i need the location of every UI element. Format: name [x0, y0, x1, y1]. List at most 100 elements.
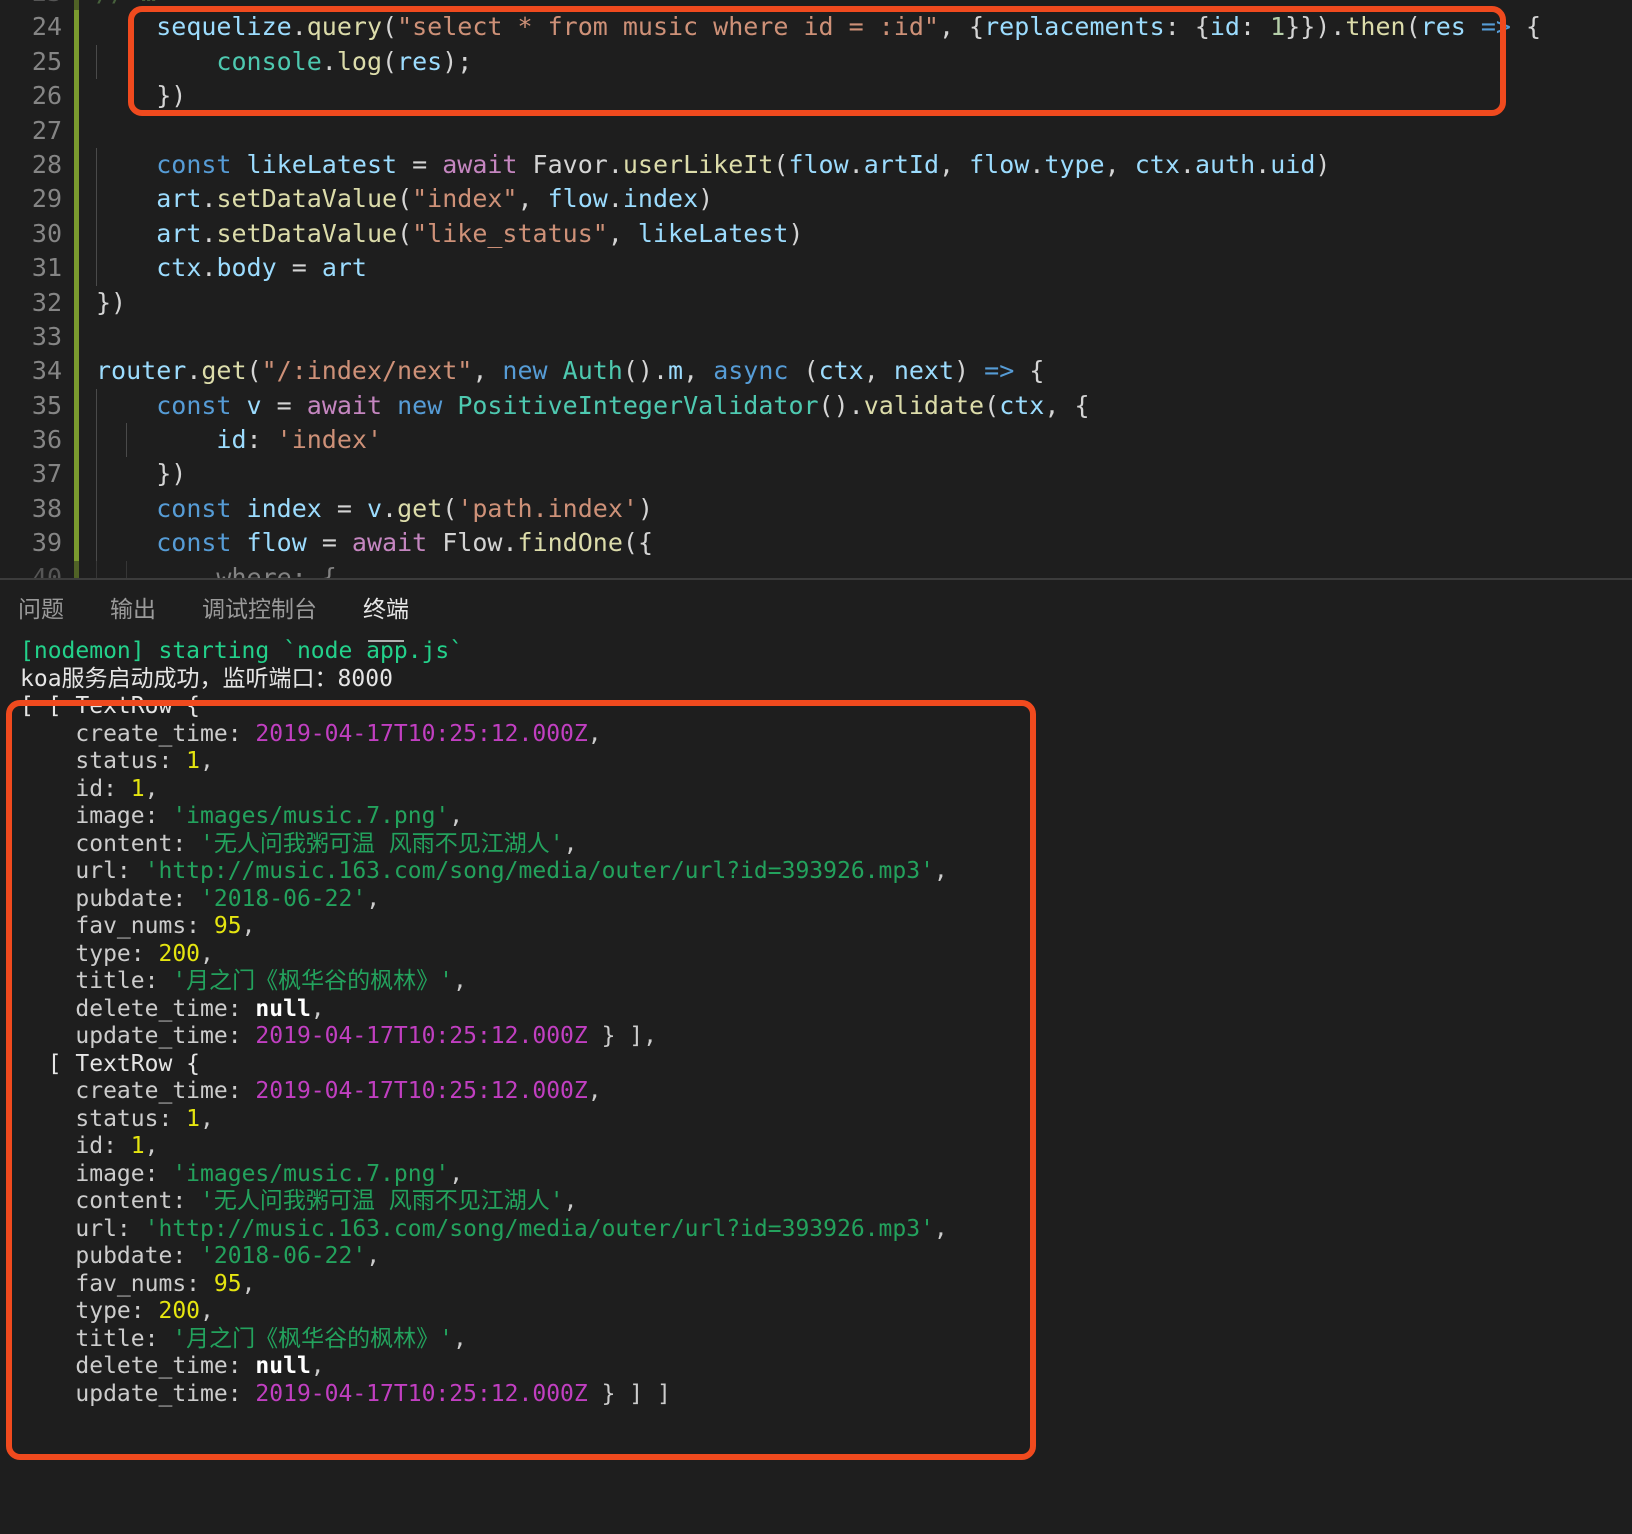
terminal-token: '月之门《枫华谷的枫林》'	[172, 968, 454, 994]
terminal-line: type: 200,	[0, 1298, 1632, 1326]
line-number: 30	[31, 218, 62, 248]
code-token: {	[1510, 12, 1542, 42]
terminal-token: ,	[200, 748, 214, 774]
code-token: .	[321, 46, 337, 76]
code-token: =	[261, 390, 307, 420]
line-number: 35	[31, 390, 62, 420]
code-token: );	[442, 46, 473, 76]
code-token: .	[848, 149, 864, 179]
code-token: =>	[1480, 12, 1511, 42]
code-line[interactable]: 23 // …	[0, 0, 1632, 11]
terminal-output[interactable]: [nodemon] starting `node app.js` koa服务启动成…	[0, 638, 1632, 1534]
code-token: })	[96, 81, 187, 111]
code-token: ctx	[818, 356, 864, 386]
code-token: ,	[1104, 149, 1135, 179]
terminal-line: status: 1,	[0, 1106, 1632, 1134]
line-number: 34	[31, 356, 62, 386]
code-token: const	[156, 493, 232, 523]
code-line[interactable]: 30 art.setDataValue("like_status", likeL…	[0, 216, 1632, 252]
terminal-token: status:	[20, 1105, 187, 1132]
terminal-line: url: 'http://music.163.com/song/media/ou…	[0, 1216, 1632, 1244]
code-line[interactable]: 36 id: 'index'	[0, 423, 1632, 458]
terminal-token: '无人问我粥可温 风雨不见江湖人'	[200, 830, 564, 857]
code-line[interactable]: 34 router.get("/:index/next", new Auth().…	[0, 354, 1632, 389]
code-token: )	[1315, 149, 1331, 179]
code-token: PositiveIntegerValidator	[457, 390, 819, 420]
code-token: =	[276, 253, 322, 283]
code-line[interactable]: 28 const likeLatest = await Favor.userLi…	[0, 147, 1632, 183]
code-token: res	[397, 46, 443, 76]
terminal-line: delete_time: null,	[0, 1353, 1632, 1381]
terminal-line: image: 'images/music.7.png',	[0, 1161, 1632, 1189]
code-token: artId	[863, 149, 939, 179]
code-editor[interactable]: 23// …24 sequelize.query("select * from …	[0, 0, 1632, 580]
code-token: (	[1405, 12, 1421, 42]
code-token: }}).	[1285, 12, 1346, 42]
code-token: flow	[969, 149, 1030, 179]
terminal-token: image:	[20, 1160, 173, 1187]
terminal-token: 1	[186, 748, 201, 774]
code-line[interactable]: 31 ctx.body = art	[0, 251, 1632, 286]
code-token: router	[96, 356, 187, 386]
terminal-line: create_time: 2019-04-17T10:25:12.000Z,	[0, 1078, 1632, 1106]
code-line-text: })	[96, 79, 186, 113]
terminal-line: type: 200,	[0, 941, 1632, 969]
line-number: 32	[31, 287, 62, 317]
terminal-token: ,	[241, 1270, 256, 1297]
git-modified-indicator	[74, 251, 79, 286]
code-token: .	[1255, 149, 1271, 179]
code-token: next	[893, 356, 955, 386]
panel-tab-3[interactable]: 调试控制台	[202, 590, 317, 628]
code-token: (	[397, 218, 413, 248]
terminal-token: 1	[186, 1105, 201, 1132]
git-modified-indicator	[74, 491, 79, 527]
git-modified-indicator	[74, 216, 79, 252]
code-line[interactable]: 26 })	[0, 79, 1632, 114]
code-token: await	[442, 149, 518, 179]
code-token: new	[502, 356, 548, 386]
panel-tab-2[interactable]: 输出	[110, 590, 156, 628]
code-token: =	[306, 528, 352, 558]
code-line[interactable]: 39 const flow = await Flow.findOne({	[0, 526, 1632, 561]
panel-tab-bar: 问题 输出 调试控制台 终端	[0, 580, 455, 642]
code-editor-lines: 23// …24 sequelize.query("select * from …	[0, 0, 1632, 580]
terminal-token: 200	[158, 940, 201, 967]
terminal-token: content:	[20, 1188, 201, 1214]
panel-tab-1[interactable]: 问题	[18, 590, 64, 628]
terminal-token: ,	[144, 775, 159, 802]
line-number: 36	[31, 425, 62, 455]
code-line[interactable]: 24 sequelize.query("select * from music …	[0, 10, 1632, 45]
code-token: (	[397, 184, 413, 214]
code-token: 1	[1270, 12, 1286, 42]
terminal-token: image:	[20, 803, 173, 829]
code-line[interactable]: 29 art.setDataValue("index", flow.index)	[0, 182, 1632, 217]
terminal-token: status:	[20, 748, 187, 774]
line-number: 25	[31, 46, 62, 76]
code-line[interactable]: 37 })	[0, 457, 1632, 492]
code-token: (	[773, 149, 789, 179]
code-token: Auth	[562, 356, 623, 386]
code-line[interactable]: 25 console.log(res);	[0, 44, 1632, 80]
line-number: 23	[0, 0, 62, 10]
code-line-text: ctx.body = art	[96, 251, 367, 285]
terminal-token: } ] ]	[587, 1380, 671, 1407]
code-token: log	[336, 46, 382, 76]
panel-tab-4[interactable]: 终端	[363, 590, 409, 642]
code-token: userLikeIt	[622, 149, 774, 179]
terminal-line: [ [ TextRow {	[0, 693, 1632, 721]
git-modified-indicator	[74, 457, 79, 492]
code-token: art	[321, 253, 367, 283]
code-token: ,	[517, 184, 548, 214]
code-line[interactable]: 27	[0, 113, 1632, 148]
code-line-text: sequelize.query("select * from music whe…	[96, 10, 1541, 44]
code-token: .	[502, 528, 518, 558]
code-token: )	[788, 218, 804, 248]
code-line-text: console.log(res);	[96, 45, 472, 79]
code-token: ctx	[156, 253, 202, 283]
code-line[interactable]: 38 const index = v.get('path.index')	[0, 491, 1632, 527]
code-line[interactable]: 33	[0, 319, 1632, 355]
code-token: .	[607, 184, 623, 214]
code-line[interactable]: 35 const v = await new PositiveIntegerVa…	[0, 388, 1632, 424]
code-line[interactable]: 32})	[0, 285, 1632, 320]
